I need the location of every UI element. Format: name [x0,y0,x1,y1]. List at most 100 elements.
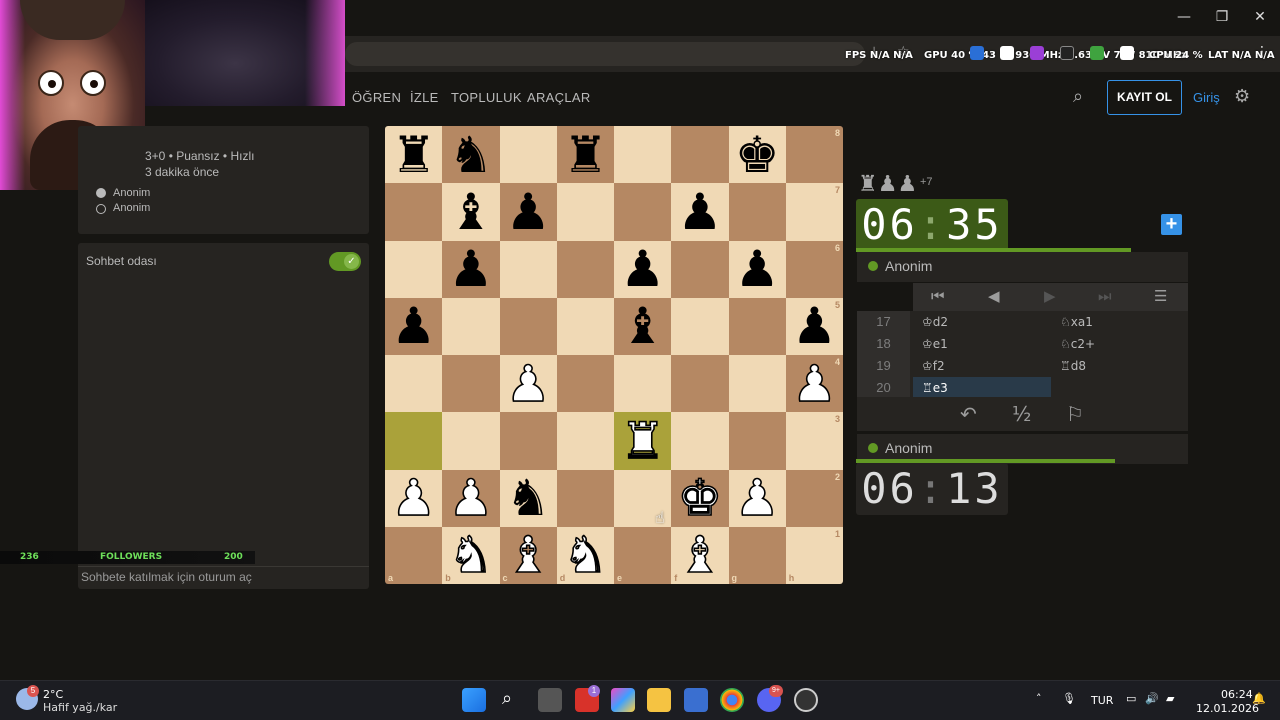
square-f4[interactable] [671,355,729,413]
square-b1[interactable]: b ♞ [442,526,500,584]
square-f3[interactable] [671,412,729,470]
square-b5[interactable] [442,297,500,355]
square-h8[interactable]: 8 [785,126,843,184]
square-d5[interactable] [556,297,614,355]
square-f7[interactable]: ♟ [671,183,729,241]
black-rook-piece[interactable]: ♜ [557,126,614,183]
nav-watch[interactable]: İZLE [410,90,439,105]
offer-draw-button[interactable]: ½ [1012,402,1031,426]
black-knight-piece[interactable]: ♞ [442,126,499,183]
square-a6[interactable] [385,240,443,298]
square-h5[interactable]: 5 ♟ [785,297,843,355]
square-c4[interactable]: ♟ [499,355,557,413]
square-c3[interactable] [499,412,557,470]
nav-learn[interactable]: ÖĞREN [352,90,401,105]
square-g7[interactable] [728,183,786,241]
square-h2[interactable]: 2 [785,469,843,527]
chrome-icon[interactable] [720,688,744,712]
square-g1[interactable]: g [728,526,786,584]
weather-desc[interactable]: Hafif yağ./kar [43,701,117,714]
browser-menu-icon[interactable]: ⋮ [1255,44,1269,60]
black-pawn-piece[interactable]: ♟ [786,298,843,355]
black-pawn-piece[interactable]: ♟ [500,183,557,240]
white-pawn-piece[interactable]: ♟ [786,355,843,412]
clock-date[interactable]: 12.01.2026 [1196,702,1259,715]
square-b3[interactable] [442,412,500,470]
clock-time[interactable]: 06:24 [1221,688,1253,701]
square-g4[interactable] [728,355,786,413]
add-time-button[interactable]: + [1161,214,1182,235]
white-king-piece[interactable]: ♚ [671,470,728,527]
player-name[interactable]: Anonim [885,440,932,456]
square-d1[interactable]: d ♞ [556,526,614,584]
square-g5[interactable] [728,297,786,355]
square-c8[interactable] [499,126,557,184]
network-icon[interactable]: ▭ [1126,692,1136,705]
obs-icon[interactable] [794,688,818,712]
search-icon[interactable]: ⌕ [1073,86,1083,107]
microphone-icon[interactable]: 🎙 [1062,692,1076,705]
black-pawn-piece[interactable]: ♟ [671,183,728,240]
nav-tools[interactable]: ARAÇLAR [527,90,591,105]
chess-board[interactable]: ♜ ♞ ♜ ♚ 8 ♝ ♟ ♟ 7 ♟ ♟ ♟ 6 ♟ ♝ 5 ♟ ♟ 4 ♟ ♜ 3 ♟ ♟ ♞ ♚ ♟ 2 a b ♞ c ♝ d ♞ e f ♝ g 1… [385,126,843,584]
black-knight-piece[interactable]: ♞ [500,470,557,527]
move-white[interactable]: ♔e1 [913,333,1051,355]
square-c1[interactable]: c ♝ [499,526,557,584]
resign-flag-icon[interactable]: ⚐ [1066,402,1084,426]
square-h6[interactable]: 6 [785,240,843,298]
square-f8[interactable] [671,126,729,184]
square-f2[interactable]: ♚ [671,469,729,527]
square-b4[interactable] [442,355,500,413]
square-b6[interactable]: ♟ [442,240,500,298]
square-e6[interactable]: ♟ [614,240,672,298]
store-icon[interactable] [684,688,708,712]
square-a4[interactable] [385,355,443,413]
prev-move-icon[interactable]: ◀ [988,287,1000,305]
square-d7[interactable] [556,183,614,241]
extension-icon[interactable] [970,46,984,60]
square-e4[interactable] [614,355,672,413]
white-bishop-piece[interactable]: ♝ [671,527,728,584]
square-e3[interactable]: ♜ [614,412,672,470]
square-g3[interactable] [728,412,786,470]
volume-icon[interactable]: 🔊 [1145,692,1159,705]
square-h7[interactable]: 7 [785,183,843,241]
move-white[interactable]: ♔d2 [913,311,1051,333]
extension-icon[interactable] [1060,46,1074,60]
menu-icon[interactable]: ☰ [1154,287,1167,305]
square-a1[interactable]: a [385,526,443,584]
square-d8[interactable]: ♜ [556,126,614,184]
square-h1[interactable]: 1h [785,526,843,584]
search-icon[interactable]: ⌕ [502,688,512,709]
white-pawn-piece[interactable]: ♟ [385,470,442,527]
address-bar[interactable] [345,42,865,66]
file-explorer-icon[interactable] [647,688,671,712]
square-a8[interactable]: ♜ [385,126,443,184]
restore-button[interactable]: ❐ [1210,6,1234,28]
gear-icon[interactable]: ⚙ [1234,86,1250,107]
square-c6[interactable] [499,240,557,298]
square-a3[interactable] [385,412,443,470]
white-pawn-piece[interactable]: ♟ [729,470,786,527]
black-pawn-piece[interactable]: ♟ [729,241,786,298]
minimize-button[interactable]: — [1172,6,1196,28]
square-d2[interactable] [556,469,614,527]
weather-temp[interactable]: 2°C [43,688,63,701]
battery-icon[interactable]: ▰ [1166,692,1174,705]
move-white-current[interactable]: ♖e3 [913,377,1051,399]
chat-toggle[interactable] [329,252,361,271]
move-black[interactable]: ♖d8 [1051,355,1189,377]
square-e7[interactable] [614,183,672,241]
square-b7[interactable]: ♝ [442,183,500,241]
move-white[interactable]: ♔f2 [913,355,1051,377]
close-button[interactable]: ✕ [1248,6,1272,28]
square-a7[interactable] [385,183,443,241]
player-black-name[interactable]: Anonim [113,202,150,214]
square-e8[interactable] [614,126,672,184]
task-view-icon[interactable] [538,688,562,712]
extension-icon[interactable] [1030,46,1044,60]
tray-chevron-icon[interactable]: ˄ [1036,692,1042,705]
login-link[interactable]: Giriş [1193,90,1220,105]
square-a2[interactable]: ♟ [385,469,443,527]
black-king-piece[interactable]: ♚ [729,126,786,183]
